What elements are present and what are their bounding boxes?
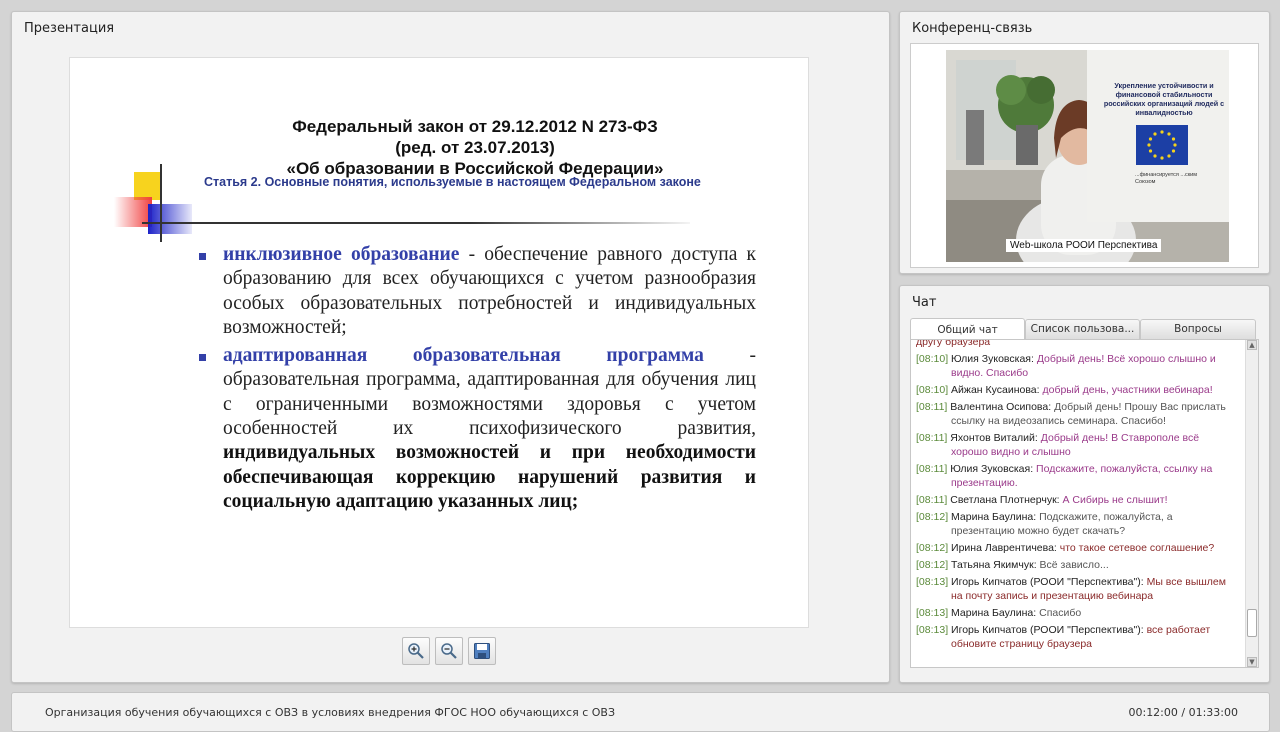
slide-bullets: инклюзивное образование - обеспечение ра… — [196, 243, 756, 518]
bullet-term: инклюзивное образование — [223, 244, 460, 265]
chat-message: [08:11] Юлия Зуковская: Подскажите, пожа… — [916, 462, 1234, 490]
webinar-title: Организация обучения обучающихся с ОВЗ в… — [45, 706, 615, 719]
conference-title: Конференц-связь — [912, 21, 1033, 36]
message-text: что такое сетевое соглашение? — [1059, 542, 1215, 554]
slide-law-title: Федеральный закон от 29.12.2012 N 273-ФЗ… — [70, 116, 808, 179]
slide-bullet: инклюзивное образование - обеспечение ра… — [196, 243, 756, 340]
scroll-down-icon[interactable]: ▼ — [1247, 657, 1257, 667]
slide-law-line1: Федеральный закон от 29.12.2012 N 273-ФЗ — [292, 117, 658, 136]
scroll-thumb[interactable] — [1247, 609, 1257, 637]
chat-message: [08:12] Марина Баулина: Подскажите, пожа… — [916, 510, 1234, 538]
message-time: [08:11] — [916, 432, 948, 444]
conference-panel: Конференц-связь Укрепление устойчивости … — [899, 11, 1270, 274]
chat-message: [08:13] Игорь Кипчатов (РООИ "Перспектив… — [916, 575, 1234, 603]
message-time: [08:10] — [916, 384, 949, 396]
message-text: А Сибирь не слышит! — [1062, 494, 1168, 506]
slide-article: Статья 2. Основные понятия, используемые… — [204, 175, 701, 189]
chat-message: [08:12] Татьяна Якимчук: Всё зависло... — [916, 558, 1234, 572]
eu-flag-icon — [1136, 125, 1188, 165]
chat-message: [08:11] Валентина Осипова: Добрый день! … — [916, 400, 1234, 428]
zoom-out-button[interactable] — [435, 637, 463, 665]
playback-time: 00:12:00 / 01:33:00 — [1128, 706, 1238, 719]
message-time: [08:11] — [916, 463, 948, 475]
message-time: [08:13] — [916, 576, 949, 588]
slide-law-line2: (ред. от 23.07.2013) — [395, 138, 555, 157]
message-time: [08:13] — [916, 624, 949, 636]
message-author: Игорь Кипчатов (РООИ "Перспектива"): — [951, 624, 1144, 636]
chat-message: [08:11] Светлана Плотнерчук: А Сибирь не… — [916, 493, 1234, 507]
chat-message: [08:13] Игорь Кипчатов (РООИ "Перспектив… — [916, 623, 1234, 651]
presentation-panel: Презентация Федеральный закон от 29.12.2… — [11, 11, 890, 683]
message-time: [08:12] — [916, 542, 949, 554]
message-author: Татьяна Якимчук: — [951, 559, 1037, 571]
slide-decoration-blue — [148, 204, 192, 234]
presentation-title: Презентация — [24, 21, 115, 36]
message-time: [08:11] — [916, 401, 948, 413]
message-author: Ирина Лаврентичева: — [951, 542, 1057, 554]
slide-toolbar — [402, 637, 496, 665]
save-icon — [474, 643, 490, 659]
banner-text: Укрепление устойчивости и финансовой ста… — [1103, 81, 1225, 117]
chat-tabs: Общий чат Список пользова... Вопросы — [910, 318, 1256, 341]
message-time: [08:10] — [916, 353, 949, 365]
message-text: Спасибо — [1039, 607, 1082, 619]
zoom-in-icon — [408, 643, 424, 659]
tab-user-list[interactable]: Список пользова... — [1025, 319, 1140, 340]
message-author: Игорь Кипчатов (РООИ "Перспектива"): — [951, 576, 1144, 588]
footer-bar: Организация обучения обучающихся с ОВЗ в… — [11, 692, 1270, 732]
message-time: [08:13] — [916, 607, 949, 619]
message-author: Айжан Кусаинова: — [951, 384, 1040, 396]
message-author: Валентина Осипова: — [950, 401, 1052, 413]
zoom-out-icon — [441, 643, 457, 659]
message-text: Всё зависло... — [1039, 559, 1109, 571]
chat-title: Чат — [912, 295, 937, 310]
video-feed[interactable]: Укрепление устойчивости и финансовой ста… — [946, 50, 1229, 262]
banner-text-small: ...финансируется ...ским Союзом — [1135, 172, 1198, 185]
message-author: Юлия Зуковская: — [951, 353, 1034, 365]
message-author: Юлия Зуковская: — [950, 463, 1034, 475]
message-text: добрый день, участники вебинара! — [1042, 384, 1213, 396]
message-time: [08:11] — [916, 494, 948, 506]
video-caption: Web-школа РООИ Перспектива — [1006, 239, 1162, 252]
message-time: [08:12] — [916, 511, 949, 523]
slide-decoration-hline — [142, 222, 690, 224]
presentation-slide: Федеральный закон от 29.12.2012 N 273-ФЗ… — [69, 57, 809, 628]
video-frame: Укрепление устойчивости и финансовой ста… — [910, 43, 1259, 268]
message-author: Марина Баулина: — [951, 607, 1037, 619]
message-text: другу браузера — [916, 339, 991, 348]
bullet-term: адаптированная образовательная программа — [223, 345, 704, 367]
message-author: Яхонтов Виталий: — [950, 432, 1038, 444]
message-time: [08:12] — [916, 559, 949, 571]
slide-bullet: адаптированная образовательная программа… — [196, 344, 756, 514]
chat-message: [08:12] Ирина Лаврентичева: что такое се… — [916, 541, 1234, 555]
chat-message: [08:13] Марина Баулина: Спасибо — [916, 606, 1234, 620]
tab-general-chat[interactable]: Общий чат — [910, 318, 1025, 341]
chat-message: [08:11] Яхонтов Виталий: Добрый день! В … — [916, 431, 1234, 459]
message-author: Марина Баулина: — [951, 511, 1037, 523]
chat-message: [08:10] Юлия Зуковская: Добрый день! Всё… — [916, 352, 1234, 380]
zoom-in-button[interactable] — [402, 637, 430, 665]
scroll-up-icon[interactable]: ▲ — [1247, 340, 1257, 350]
chat-message: [08:10] Айжан Кусаинова: добрый день, уч… — [916, 383, 1234, 397]
chat-messages-box[interactable]: другу браузера [08:10] Юлия Зуковская: До… — [910, 339, 1259, 668]
video-banner: Укрепление устойчивости и финансовой ста… — [1087, 50, 1229, 222]
bullet-bold-text: индивидуальных возможностей и при необхо… — [223, 442, 756, 512]
chat-scrollbar[interactable]: ▲ ▼ — [1245, 340, 1258, 667]
save-button[interactable] — [468, 637, 496, 665]
tab-questions[interactable]: Вопросы — [1140, 319, 1256, 340]
message-author: Светлана Плотнерчук: — [950, 494, 1060, 506]
chat-panel: Чат Общий чат Список пользова... Вопросы… — [899, 285, 1270, 683]
chat-message: другу браузера — [916, 339, 1234, 349]
chat-messages: другу браузера [08:10] Юлия Зуковская: До… — [916, 339, 1234, 654]
